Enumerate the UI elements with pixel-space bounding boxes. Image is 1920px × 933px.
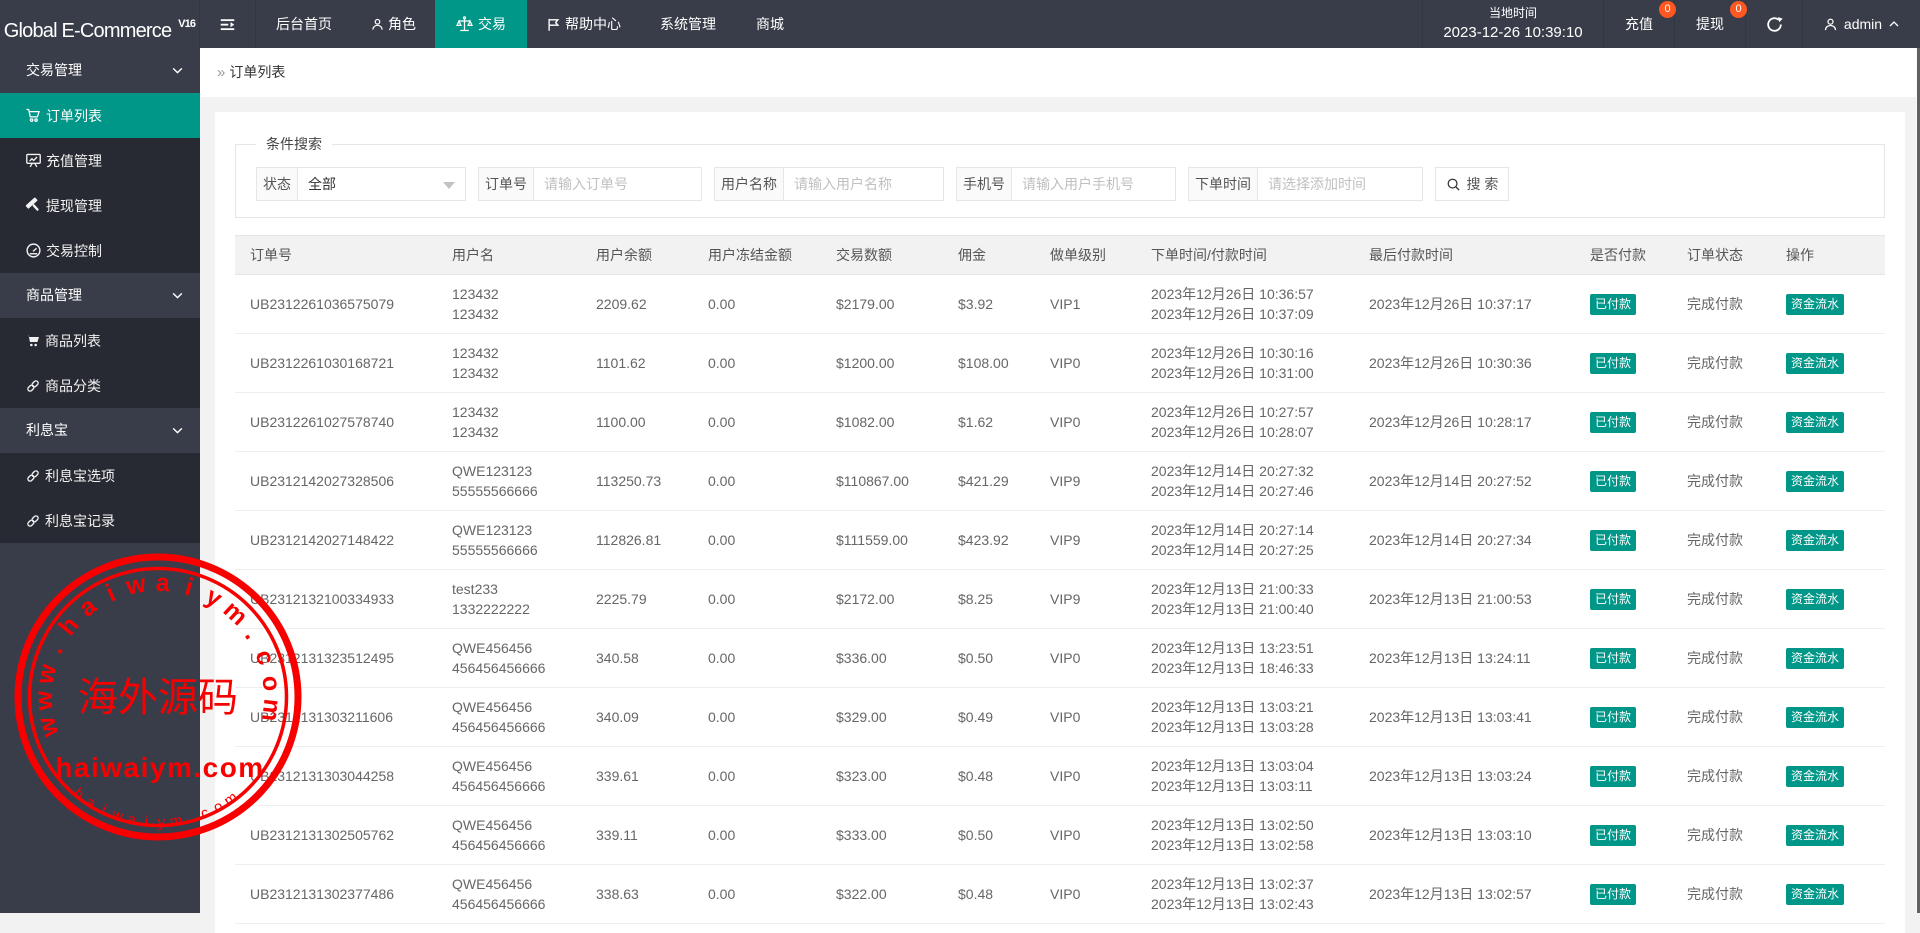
svg-text:haiwaiym.com: haiwaiym.com xyxy=(55,752,264,783)
svg-text:a: a xyxy=(74,591,103,622)
svg-text:y: y xyxy=(201,582,227,613)
svg-text:w: w xyxy=(30,661,62,687)
svg-text:i: i xyxy=(102,579,120,607)
svg-text:y: y xyxy=(157,814,165,831)
svg-text:w: w xyxy=(30,690,59,712)
svg-text:.: . xyxy=(239,623,266,644)
svg-text:m: m xyxy=(169,812,184,831)
svg-text:w: w xyxy=(123,569,149,601)
svg-text:i: i xyxy=(144,813,149,830)
svg-text:a: a xyxy=(126,811,138,829)
svg-text:.: . xyxy=(186,809,194,826)
svg-text:m: m xyxy=(256,697,286,722)
svg-text:m: m xyxy=(218,596,253,632)
svg-text:o: o xyxy=(256,674,286,693)
svg-text:a: a xyxy=(155,569,171,598)
svg-text:海外源码: 海外源码 xyxy=(78,675,238,720)
svg-text:i: i xyxy=(182,573,196,602)
svg-text:.: . xyxy=(41,640,69,658)
svg-text:w: w xyxy=(32,714,65,742)
svg-text:c: c xyxy=(249,646,280,669)
svg-text:w: w xyxy=(109,806,126,826)
